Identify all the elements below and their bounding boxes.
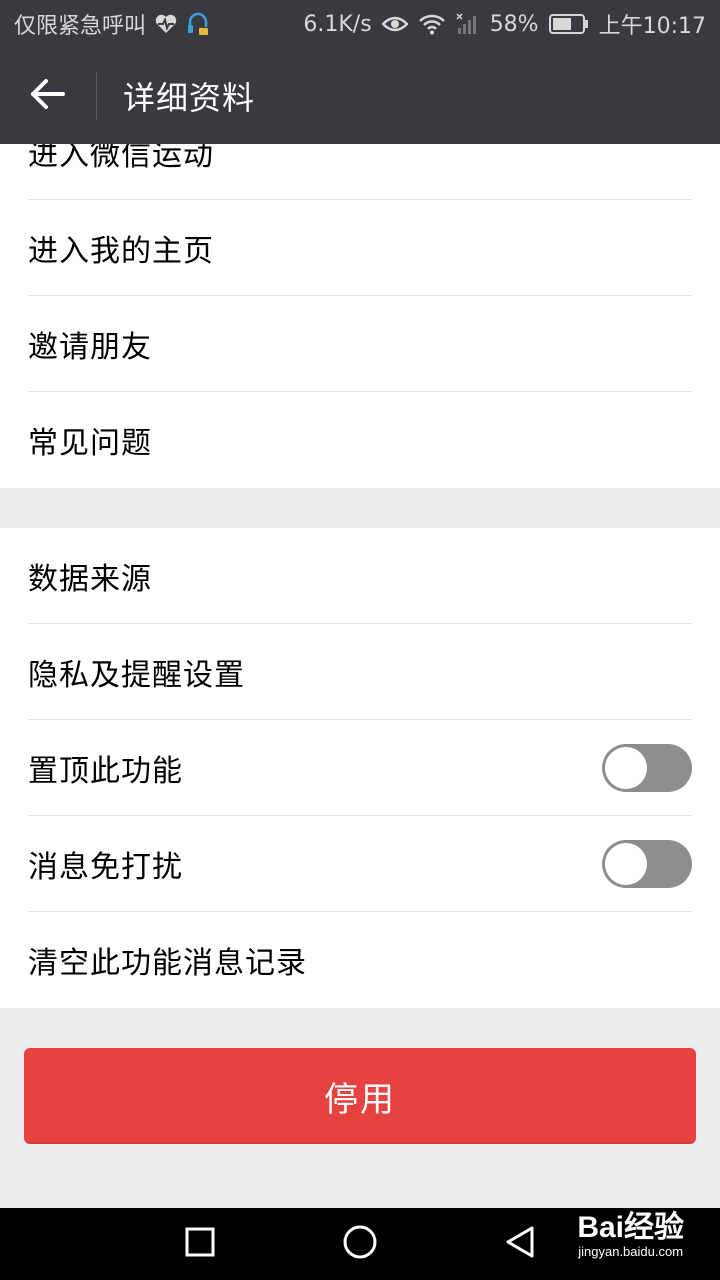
- page-title: 详细资料: [123, 79, 256, 117]
- menu-item-do-not-disturb: 消息免打扰: [0, 816, 720, 912]
- home-button[interactable]: [300, 1208, 420, 1280]
- menu-item-label: 隐私及提醒设置: [28, 658, 245, 693]
- status-bar: 仅限紧急呼叫 6.1K/s 58% 上午10:17: [0, 0, 720, 48]
- toggle-knob: [605, 843, 647, 885]
- recent-apps-button[interactable]: [140, 1208, 260, 1280]
- watermark-logo: Bai经验: [577, 1211, 684, 1244]
- menu-item-label: 置顶此功能: [28, 754, 183, 789]
- net-speed-text: 6.1K/s: [303, 11, 372, 37]
- signal-icon: [456, 13, 480, 35]
- wifi-icon: [418, 13, 446, 35]
- menu-group-1: 进入微信运动 进入我的主页 邀请朋友 常见问题: [0, 104, 720, 488]
- eye-icon: [381, 14, 408, 34]
- disable-button[interactable]: 停用: [24, 1048, 696, 1144]
- back-triangle-icon: [504, 1225, 536, 1263]
- pin-top-toggle[interactable]: [602, 744, 692, 792]
- time-text: 上午10:17: [598, 14, 706, 39]
- baidu-jingyan-watermark: Bai经验 jingyan.baidu.com: [577, 1212, 684, 1260]
- home-icon: [342, 1224, 378, 1264]
- carrier-text: 仅限紧急呼叫: [14, 14, 147, 39]
- menu-item-invite-friends[interactable]: 邀请朋友: [0, 296, 720, 392]
- recent-apps-icon: [184, 1226, 216, 1262]
- battery-text: 58%: [489, 11, 539, 37]
- arrow-left-icon: [30, 78, 66, 114]
- menu-item-faq[interactable]: 常见问题: [0, 392, 720, 488]
- menu-item-data-source[interactable]: 数据来源: [0, 528, 720, 624]
- headset-icon: [186, 11, 210, 37]
- do-not-disturb-toggle[interactable]: [602, 840, 692, 888]
- nav-back-button[interactable]: [460, 1208, 580, 1280]
- menu-group-2: 数据来源 隐私及提醒设置 置顶此功能 消息免打扰 清空此功能消息记录: [0, 528, 720, 1008]
- watermark-url: jingyan.baidu.com: [578, 1244, 684, 1259]
- menu-item-pin-top: 置顶此功能: [0, 720, 720, 816]
- title-divider: [96, 72, 97, 120]
- menu-item-my-homepage[interactable]: 进入我的主页: [0, 200, 720, 296]
- toggle-knob: [605, 747, 647, 789]
- back-button[interactable]: [0, 48, 96, 144]
- status-right: 6.1K/s 58% 上午10:17: [303, 8, 706, 40]
- status-left: 仅限紧急呼叫: [14, 8, 210, 40]
- title-bar: 详细资料: [0, 48, 720, 144]
- menu-item-label: 数据来源: [28, 562, 152, 597]
- menu-item-label: 清空此功能消息记录: [28, 946, 307, 981]
- menu-item-label: 消息免打扰: [28, 850, 183, 885]
- menu-item-label: 邀请朋友: [28, 330, 152, 365]
- menu-item-clear-history[interactable]: 清空此功能消息记录: [0, 912, 720, 1008]
- heart-rate-icon: [154, 13, 178, 35]
- menu-item-privacy-settings[interactable]: 隐私及提醒设置: [0, 624, 720, 720]
- battery-icon: [548, 13, 589, 35]
- menu-item-label: 常见问题: [28, 426, 152, 461]
- menu-item-label: 进入我的主页: [28, 234, 214, 269]
